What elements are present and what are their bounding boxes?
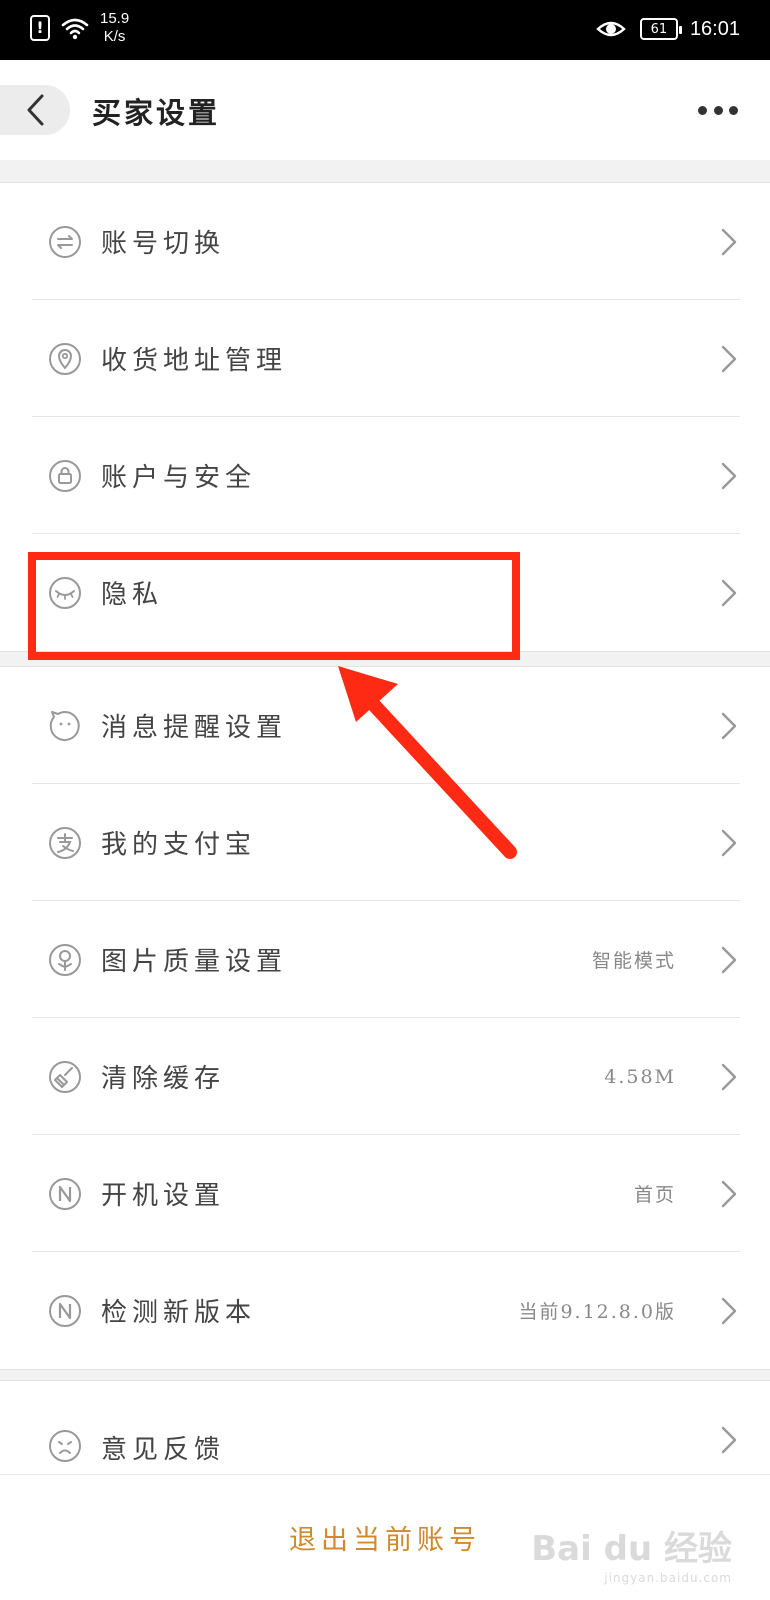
page-title: 买家设置 xyxy=(92,96,221,130)
back-arrow-icon xyxy=(27,94,44,126)
battery-indicator: 61 xyxy=(639,18,682,40)
row-label: 意见反馈 xyxy=(101,1435,226,1465)
alipay-icon xyxy=(49,826,81,859)
alert-icon: ! xyxy=(30,15,50,41)
chevron-right-icon xyxy=(721,1063,737,1090)
logout-button[interactable]: 退出当前账号 xyxy=(289,1518,481,1557)
chevron-right-icon xyxy=(721,1180,737,1207)
row-value: 当前9.12.8.0版 xyxy=(518,1301,676,1323)
chevron-right-icon xyxy=(721,345,737,372)
chevron-right-icon xyxy=(721,462,737,489)
more-options-button[interactable] xyxy=(698,98,738,122)
row-value: 首页 xyxy=(633,1184,676,1206)
status-left: ! 15.9 K/s xyxy=(30,10,129,46)
dot-icon xyxy=(729,105,738,115)
row-value: 智能模式 xyxy=(591,950,676,972)
sad-face-icon xyxy=(49,1430,81,1462)
location-pin-icon xyxy=(49,342,81,375)
chevron-right-icon xyxy=(721,228,737,255)
network-speed-value: 15.9 xyxy=(100,10,130,27)
settings-row-account-switch[interactable]: 账号切换 xyxy=(0,183,770,300)
dot-icon xyxy=(698,105,707,115)
n-circle-icon xyxy=(49,1177,81,1210)
broom-icon xyxy=(49,1060,81,1093)
settings-group-general: 消息提醒设置 我的支付宝 图片质量设置 智能模式 清除缓存 4.58M 开机设置… xyxy=(0,666,770,1370)
watermark-url: jingyan.baidu.com xyxy=(604,1571,732,1585)
settings-row-clear-cache[interactable]: 清除缓存 4.58M xyxy=(0,1018,770,1135)
status-right: 61 16:01 xyxy=(596,14,740,44)
row-label: 消息提醒设置 xyxy=(101,713,288,743)
settings-row-address[interactable]: 收货地址管理 xyxy=(0,300,770,417)
dot-icon xyxy=(713,105,723,115)
network-speed: 15.9 K/s xyxy=(100,10,129,46)
row-label: 清除缓存 xyxy=(101,1064,226,1094)
clock: 16:01 xyxy=(689,17,740,40)
row-label: 检测新版本 xyxy=(101,1298,257,1328)
chat-bubble-icon xyxy=(49,710,80,741)
back-button[interactable] xyxy=(0,85,70,135)
header: 买家设置 xyxy=(0,60,770,160)
row-label: 账号切换 xyxy=(101,229,226,259)
chevron-right-icon xyxy=(721,712,737,739)
network-speed-unit: K/s xyxy=(103,28,126,45)
eye-icon xyxy=(596,21,626,37)
chevron-right-icon xyxy=(721,946,737,973)
image-quality-icon xyxy=(49,943,81,976)
settings-row-alipay[interactable]: 我的支付宝 xyxy=(0,784,770,901)
row-label: 账户与安全 xyxy=(101,463,257,493)
chevron-right-icon xyxy=(721,1426,737,1454)
settings-row-notifications[interactable]: 消息提醒设置 xyxy=(0,667,770,784)
switch-icon xyxy=(49,225,81,258)
status-bar: ! 15.9 K/s 61 16:01 xyxy=(0,0,770,60)
chevron-right-icon xyxy=(721,579,737,606)
settings-row-image-quality[interactable]: 图片质量设置 智能模式 xyxy=(0,901,770,1018)
row-label: 收货地址管理 xyxy=(101,346,288,376)
settings-row-startup[interactable]: 开机设置 首页 xyxy=(0,1135,770,1252)
lock-icon xyxy=(49,459,81,492)
annotation-highlight-box xyxy=(28,552,520,660)
watermark-text: Bai du 经验 xyxy=(531,1529,732,1569)
chevron-right-icon xyxy=(721,1297,737,1324)
chevron-right-icon xyxy=(721,829,737,856)
watermark-logo: Bai du 经验 jingyan.baidu.com xyxy=(531,1532,732,1584)
row-value: 4.58M xyxy=(604,1065,676,1088)
settings-row-check-update[interactable]: 检测新版本 当前9.12.8.0版 xyxy=(0,1252,770,1369)
settings-row-security[interactable]: 账户与安全 xyxy=(0,417,770,534)
row-label: 图片质量设置 xyxy=(101,947,288,977)
n-circle-icon xyxy=(49,1294,81,1327)
wifi-icon xyxy=(61,18,89,40)
row-label: 开机设置 xyxy=(101,1181,226,1211)
row-label: 我的支付宝 xyxy=(101,830,257,860)
